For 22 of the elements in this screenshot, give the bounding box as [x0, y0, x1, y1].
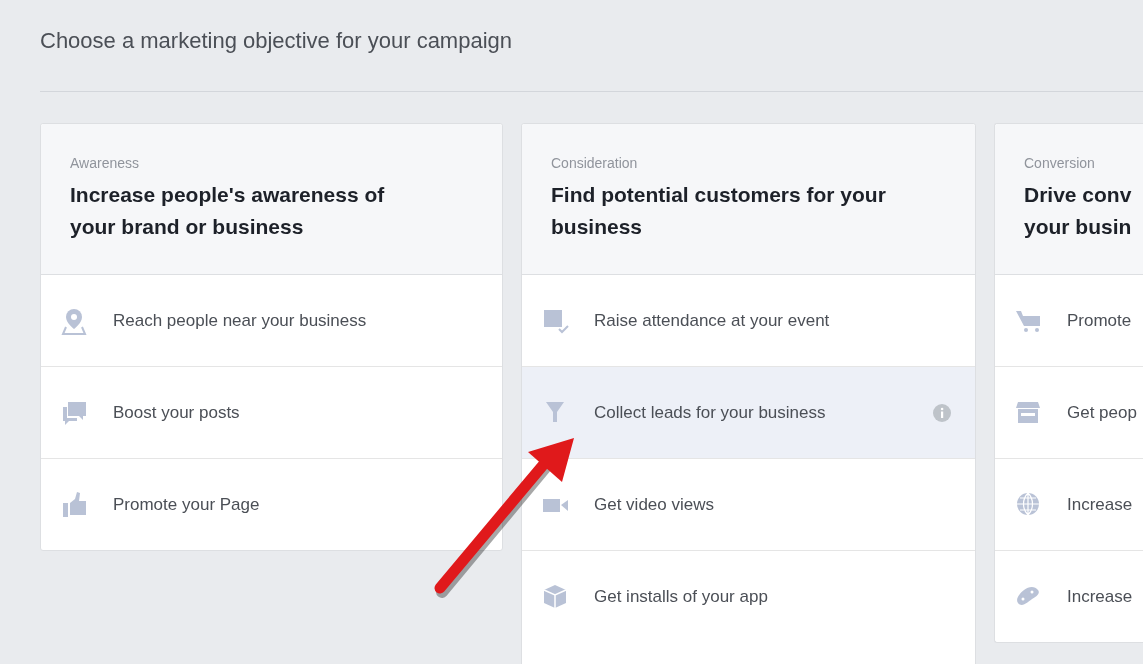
category-label: Conversion [1024, 155, 1096, 171]
objective-option[interactable]: Promote [995, 275, 1143, 367]
objective-option[interactable]: Boost your posts [41, 367, 502, 459]
card-heading: Find potential customers for your [551, 182, 887, 208]
thumbs-up-icon [61, 490, 89, 519]
card-heading: your busin [1024, 214, 1133, 240]
card-heading: your brand or business [70, 214, 305, 240]
objective-option[interactable]: Get peop [995, 367, 1143, 459]
page-title: Choose a marketing objective for your campaign [40, 28, 514, 55]
category-label: Awareness [70, 155, 140, 171]
category-label: Consideration [551, 155, 639, 171]
card-heading: Drive conv [1024, 182, 1133, 208]
objective-option[interactable]: Collect leads for your business [522, 367, 975, 459]
info-icon[interactable] [933, 403, 951, 422]
objective-option[interactable]: Increase [995, 459, 1143, 551]
pin-icon [61, 306, 89, 335]
card-heading: Increase people's awareness of [70, 182, 386, 208]
card-heading: business [551, 214, 644, 240]
objective-option[interactable]: Increase [995, 551, 1143, 642]
objective-option[interactable]: Get installs of your app [522, 551, 975, 642]
objective-option[interactable]: Reach people near your business [41, 275, 502, 367]
objective-option[interactable]: Promote your Page [41, 459, 502, 550]
